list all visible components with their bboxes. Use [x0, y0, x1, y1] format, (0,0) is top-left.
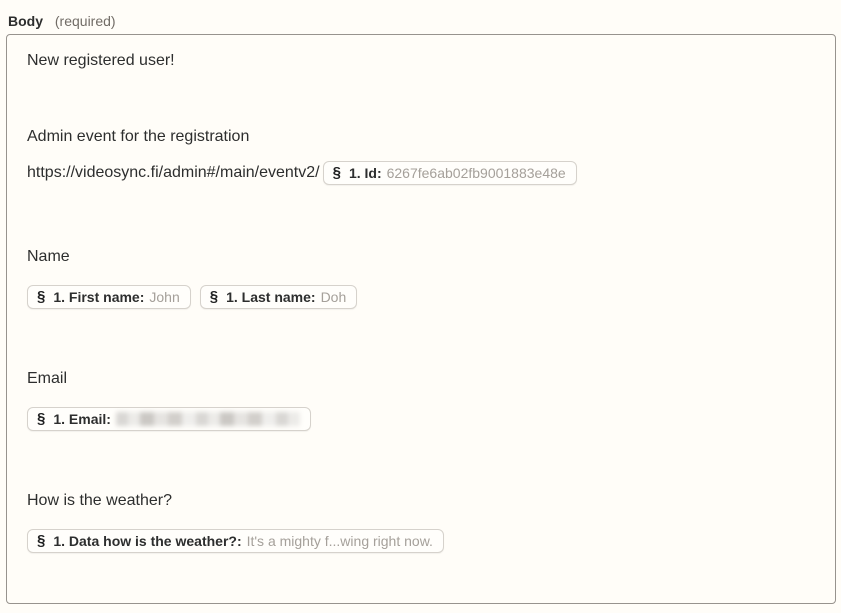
token-id-value: 6267fe6ab02fb9001883e48e [387, 162, 566, 184]
admin-event-line: Admin event for the registration [27, 127, 821, 147]
token-weather-value: It's a mighty f...wing right now. [247, 530, 433, 552]
token-last-name-label: 1. Last name: [226, 286, 315, 308]
token-email-label: 1. Email: [53, 408, 111, 430]
weather-heading: How is the weather? [27, 491, 821, 511]
email-heading: Email [27, 369, 821, 389]
step-icon: § [37, 408, 45, 430]
token-last-name-value: Doh [321, 286, 347, 308]
name-token-row: § 1. First name: John § 1. Last name: Do… [27, 285, 821, 309]
url-line: https://videosync.fi/admin#/main/eventv2… [27, 161, 821, 185]
step-icon: § [37, 286, 45, 308]
token-id[interactable]: § 1. Id: 6267fe6ab02fb9001883e48e [323, 161, 577, 185]
field-label-row: Body (required) [0, 0, 841, 34]
token-weather[interactable]: § 1. Data how is the weather?: It's a mi… [27, 529, 444, 553]
step-icon: § [210, 286, 218, 308]
token-weather-label: 1. Data how is the weather?: [53, 530, 241, 552]
greeting-line: New registered user! [27, 51, 821, 71]
token-id-label: 1. Id: [349, 162, 382, 184]
token-first-name-label: 1. First name: [53, 286, 144, 308]
step-icon: § [333, 162, 341, 184]
url-prefix-text: https://videosync.fi/admin#/main/eventv2… [27, 163, 320, 183]
field-label: Body [8, 13, 43, 29]
token-first-name-value: John [149, 286, 179, 308]
email-token-row: § 1. Email: [27, 407, 821, 431]
body-textarea[interactable]: New registered user! Admin event for the… [6, 34, 836, 604]
token-last-name[interactable]: § 1. Last name: Doh [200, 285, 358, 309]
body-field-section: Body (required) New registered user! Adm… [0, 0, 841, 613]
token-email[interactable]: § 1. Email: [27, 407, 311, 431]
step-icon: § [37, 530, 45, 552]
weather-token-row: § 1. Data how is the weather?: It's a mi… [27, 529, 821, 553]
name-heading: Name [27, 247, 821, 267]
token-first-name[interactable]: § 1. First name: John [27, 285, 191, 309]
redacted-email-value [116, 412, 300, 426]
required-hint: (required) [55, 13, 116, 29]
